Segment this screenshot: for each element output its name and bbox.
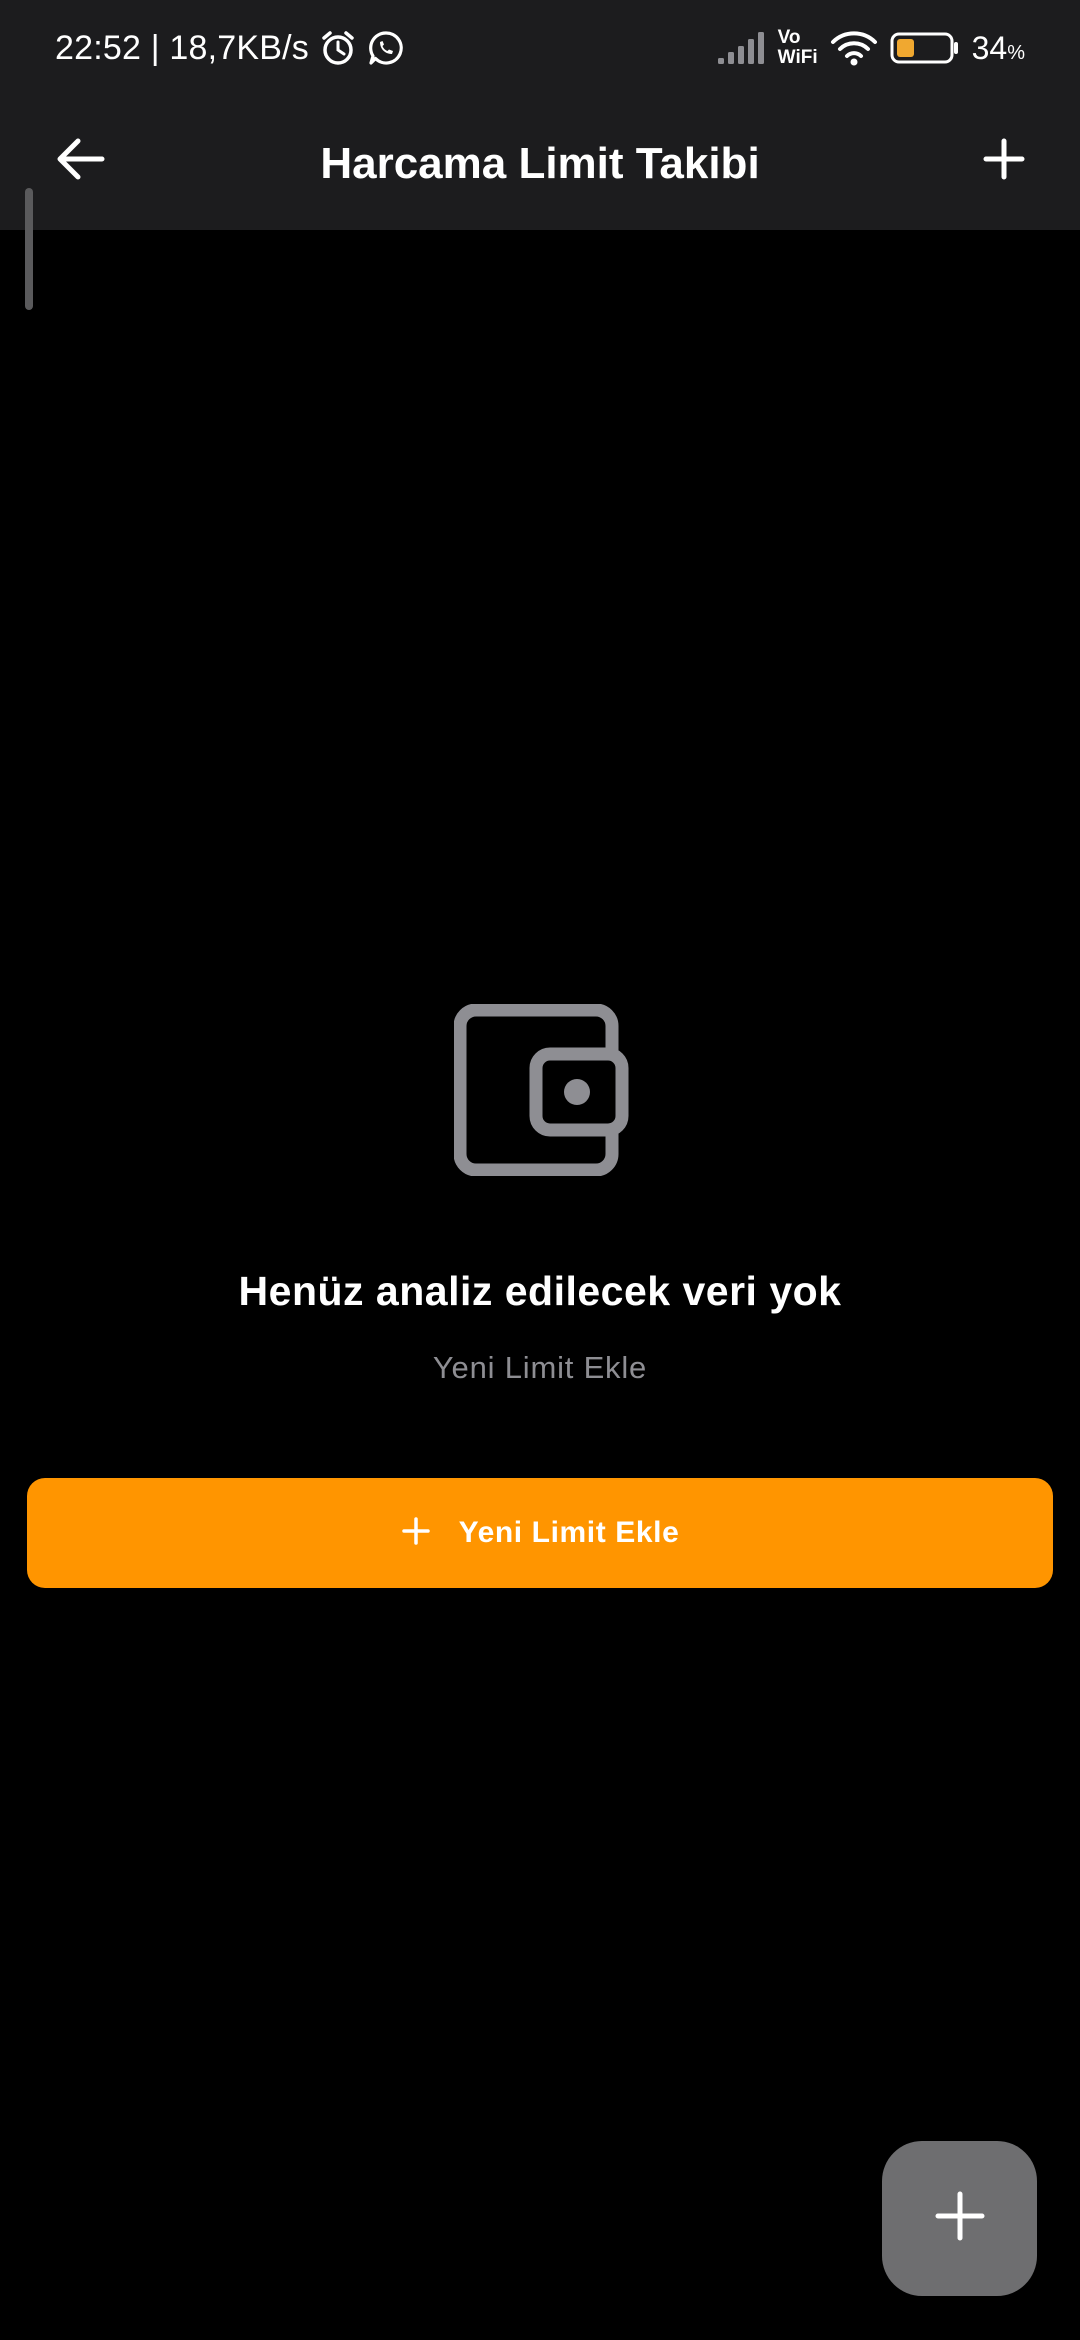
- scroll-indicator[interactable]: [25, 188, 33, 310]
- add-new-limit-button[interactable]: Yeni Limit Ekle: [27, 1478, 1053, 1588]
- empty-state-subtitle: Yeni Limit Ekle: [432, 1350, 648, 1385]
- battery-icon: [890, 31, 960, 65]
- add-fab-button[interactable]: [882, 2141, 1037, 2296]
- alarm-icon: [319, 29, 357, 67]
- status-right: Vo WiFi 34%: [716, 22, 1025, 74]
- battery-number: 34: [971, 29, 1008, 66]
- page-title: Harcama Limit Takibi: [320, 139, 760, 188]
- vowifi-icon: Vo WiFi: [778, 28, 818, 68]
- battery-unit: %: [1007, 41, 1025, 64]
- status-left: 22:52 | 18,7KB/s: [55, 26, 405, 70]
- wifi-icon: [830, 29, 878, 67]
- plus-icon: [934, 2190, 986, 2247]
- wallet-icon: [453, 1003, 630, 1177]
- battery-percent: 34%: [972, 30, 1025, 67]
- add-new-limit-label: Yeni Limit Ekle: [458, 1516, 680, 1549]
- app-bar: Harcama Limit Takibi: [0, 96, 1080, 230]
- whatsapp-icon: [367, 29, 405, 67]
- vowifi-line2: WiFi: [777, 47, 818, 68]
- empty-state-title: Henüz analiz edilecek veri yok: [238, 1268, 842, 1314]
- vowifi-line1: Vo: [777, 27, 801, 48]
- status-time: 22:52 | 18,7KB/s: [55, 28, 309, 67]
- battery-fill: [896, 39, 914, 57]
- plus-icon: [982, 137, 1026, 186]
- add-limit-top-button[interactable]: [964, 121, 1044, 201]
- signal-icon: [716, 30, 766, 66]
- status-bar: 22:52 | 18,7KB/s Vo WiFi 34%: [0, 0, 1080, 96]
- plus-icon: [401, 1516, 431, 1551]
